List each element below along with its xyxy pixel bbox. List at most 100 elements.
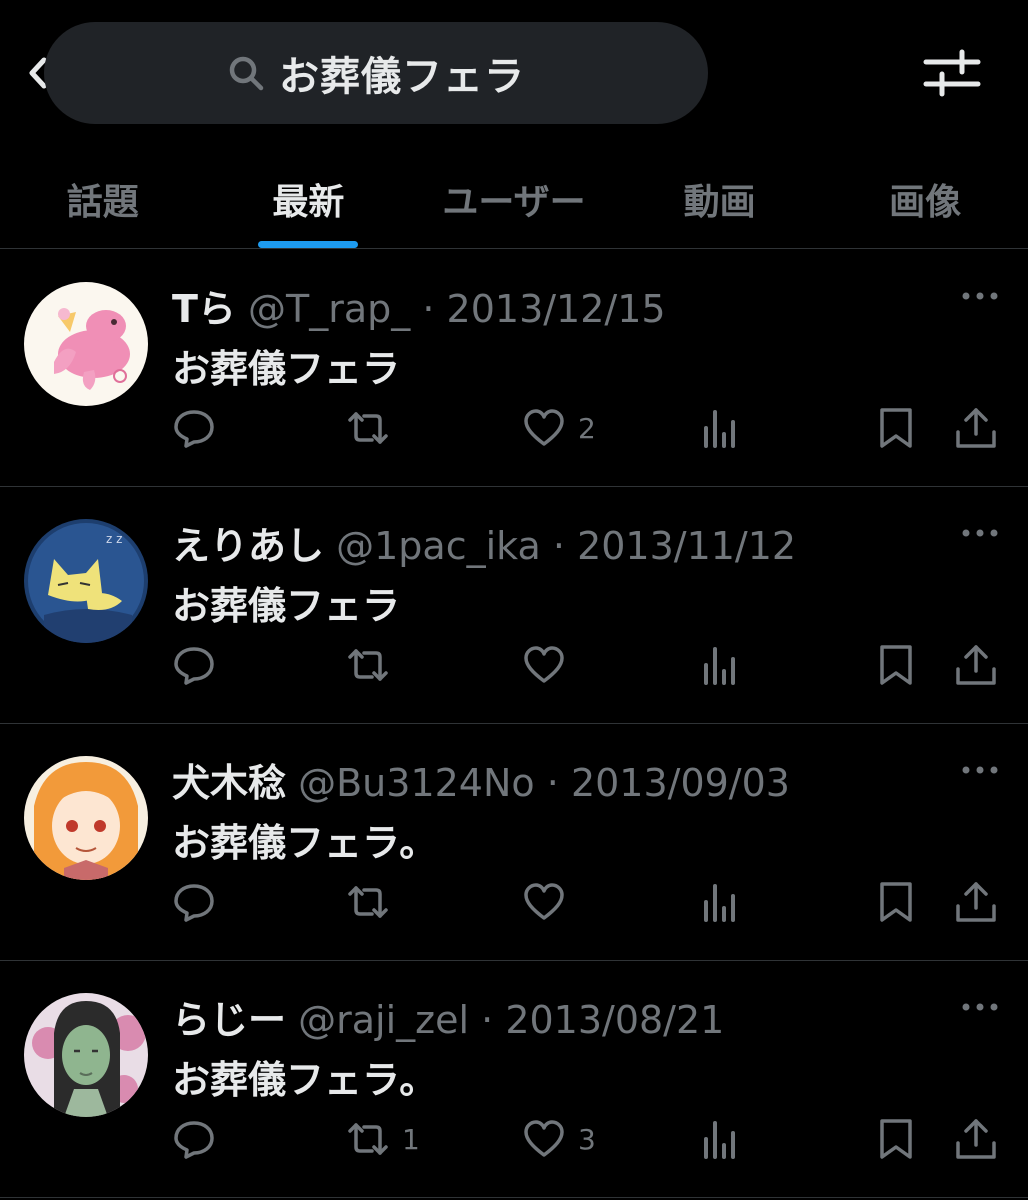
- active-tab-indicator: [258, 241, 359, 248]
- heart-icon: [524, 1120, 564, 1157]
- tab-images[interactable]: 画像: [822, 150, 1028, 248]
- views-button[interactable]: [698, 637, 742, 693]
- tweet-meta: らじー @raji_zel · 2013/08/21: [172, 989, 724, 1044]
- tab-label: 動画: [683, 182, 756, 223]
- retweet-count: 1: [402, 1122, 420, 1156]
- tab-videos[interactable]: 動画: [617, 150, 823, 248]
- like-button[interactable]: [522, 874, 578, 930]
- tweet-actions: [0, 874, 1028, 934]
- retweet-icon: [348, 886, 388, 918]
- views-button[interactable]: [698, 400, 742, 456]
- tweet-text: お葬儀フェラ。: [172, 821, 438, 865]
- tab-users[interactable]: ユーザー: [411, 150, 617, 248]
- tab-label: 最新: [272, 182, 345, 223]
- tweet-date[interactable]: 2013/12/15: [447, 287, 666, 331]
- retweet-button[interactable]: [346, 874, 402, 930]
- separator-dot: ·: [422, 287, 435, 331]
- bookmark-button[interactable]: [874, 1111, 918, 1167]
- reply-button[interactable]: [172, 874, 228, 930]
- user-handle[interactable]: @Bu3124No: [298, 761, 535, 805]
- tweet-meta: Tら @T_rap_ · 2013/12/15: [172, 278, 666, 333]
- reply-icon: [174, 1121, 214, 1159]
- avatar[interactable]: [24, 993, 148, 1117]
- bookmark-icon: [880, 408, 912, 448]
- bookmark-button[interactable]: [874, 637, 918, 693]
- user-handle[interactable]: @T_rap_: [248, 287, 410, 331]
- search-icon: [229, 56, 264, 91]
- bookmark-button[interactable]: [874, 400, 918, 456]
- search-input[interactable]: お葬儀フェラ: [44, 22, 708, 124]
- share-icon: [956, 645, 996, 685]
- tweet[interactable]: らじー @raji_zel · 2013/08/21 お葬儀フェラ。 1 3: [0, 961, 1028, 1198]
- retweet-icon: [348, 412, 388, 444]
- tweet[interactable]: z z えりあし @1pac_ika · 2013/11/12 お葬儀フェラ: [0, 487, 1028, 724]
- heart-icon: [524, 409, 564, 446]
- share-button[interactable]: [954, 400, 998, 456]
- search-tabs: 話題 最新 ユーザー 動画 画像: [0, 150, 1028, 249]
- views-chart-icon: [704, 647, 735, 685]
- heart-icon: [524, 883, 564, 920]
- avatar[interactable]: [24, 282, 148, 406]
- share-button[interactable]: [954, 637, 998, 693]
- tweet-date[interactable]: 2013/08/21: [505, 998, 724, 1042]
- tweet-date[interactable]: 2013/11/12: [577, 524, 796, 568]
- tab-label: ユーザー: [442, 182, 586, 223]
- retweet-icon: [348, 1123, 388, 1155]
- orange-hair-girl-avatar-icon: [24, 756, 148, 880]
- reply-button[interactable]: [172, 637, 228, 693]
- display-name[interactable]: えりあし: [172, 524, 324, 568]
- green-face-avatar-icon: [24, 993, 148, 1117]
- display-name[interactable]: らじー: [172, 998, 286, 1042]
- tab-trending[interactable]: 話題: [0, 150, 206, 248]
- separator-dot: ·: [546, 761, 559, 805]
- tweet-text: お葬儀フェラ: [172, 584, 401, 628]
- more-options-icon[interactable]: [958, 995, 1002, 1019]
- tweet-actions: 1 3: [0, 1111, 1028, 1171]
- retweet-button[interactable]: [346, 637, 402, 693]
- tweet[interactable]: Tら @T_rap_ · 2013/12/15 お葬儀フェラ 2: [0, 250, 1028, 487]
- retweet-button[interactable]: 1: [346, 1111, 420, 1167]
- share-icon: [956, 408, 996, 448]
- user-handle[interactable]: @1pac_ika: [336, 524, 541, 568]
- like-button[interactable]: 3: [522, 1111, 596, 1167]
- reply-button[interactable]: [172, 400, 228, 456]
- filter-settings-icon[interactable]: [920, 40, 984, 104]
- tab-label: 話題: [66, 182, 139, 223]
- tab-label: 画像: [889, 182, 962, 223]
- share-icon: [956, 882, 996, 922]
- search-header: お葬儀フェラ: [0, 0, 1028, 140]
- separator-dot: ·: [552, 524, 565, 568]
- user-handle[interactable]: @raji_zel: [298, 998, 469, 1042]
- views-button[interactable]: [698, 1111, 742, 1167]
- more-options-icon[interactable]: [958, 284, 1002, 308]
- separator-dot: ·: [481, 998, 494, 1042]
- retweet-button[interactable]: [346, 400, 402, 456]
- views-button[interactable]: [698, 874, 742, 930]
- share-button[interactable]: [954, 1111, 998, 1167]
- tweet-actions: [0, 637, 1028, 697]
- like-button[interactable]: 2: [522, 400, 596, 456]
- more-options-icon[interactable]: [958, 521, 1002, 545]
- avatar[interactable]: z z: [24, 519, 148, 643]
- tweet-meta: えりあし @1pac_ika · 2013/11/12: [172, 515, 796, 570]
- tweet-date[interactable]: 2013/09/03: [571, 761, 790, 805]
- tab-latest[interactable]: 最新: [206, 150, 412, 248]
- tweet-meta: 犬木稔 @Bu3124No · 2013/09/03: [172, 752, 790, 807]
- reply-button[interactable]: [172, 1111, 228, 1167]
- avatar[interactable]: [24, 756, 148, 880]
- tweet-text: お葬儀フェラ: [172, 347, 401, 391]
- views-chart-icon: [704, 1121, 735, 1159]
- more-options-icon[interactable]: [958, 758, 1002, 782]
- tweet[interactable]: 犬木稔 @Bu3124No · 2013/09/03 お葬儀フェラ。: [0, 724, 1028, 961]
- display-name[interactable]: 犬木稔: [172, 761, 286, 805]
- reply-icon: [174, 647, 214, 685]
- reply-icon: [174, 410, 214, 448]
- bookmark-icon: [880, 1119, 912, 1159]
- like-button[interactable]: [522, 637, 578, 693]
- like-count: 3: [578, 1122, 596, 1156]
- share-icon: [956, 1119, 996, 1159]
- bookmark-button[interactable]: [874, 874, 918, 930]
- display-name[interactable]: Tら: [172, 287, 236, 331]
- reply-icon: [174, 884, 214, 922]
- share-button[interactable]: [954, 874, 998, 930]
